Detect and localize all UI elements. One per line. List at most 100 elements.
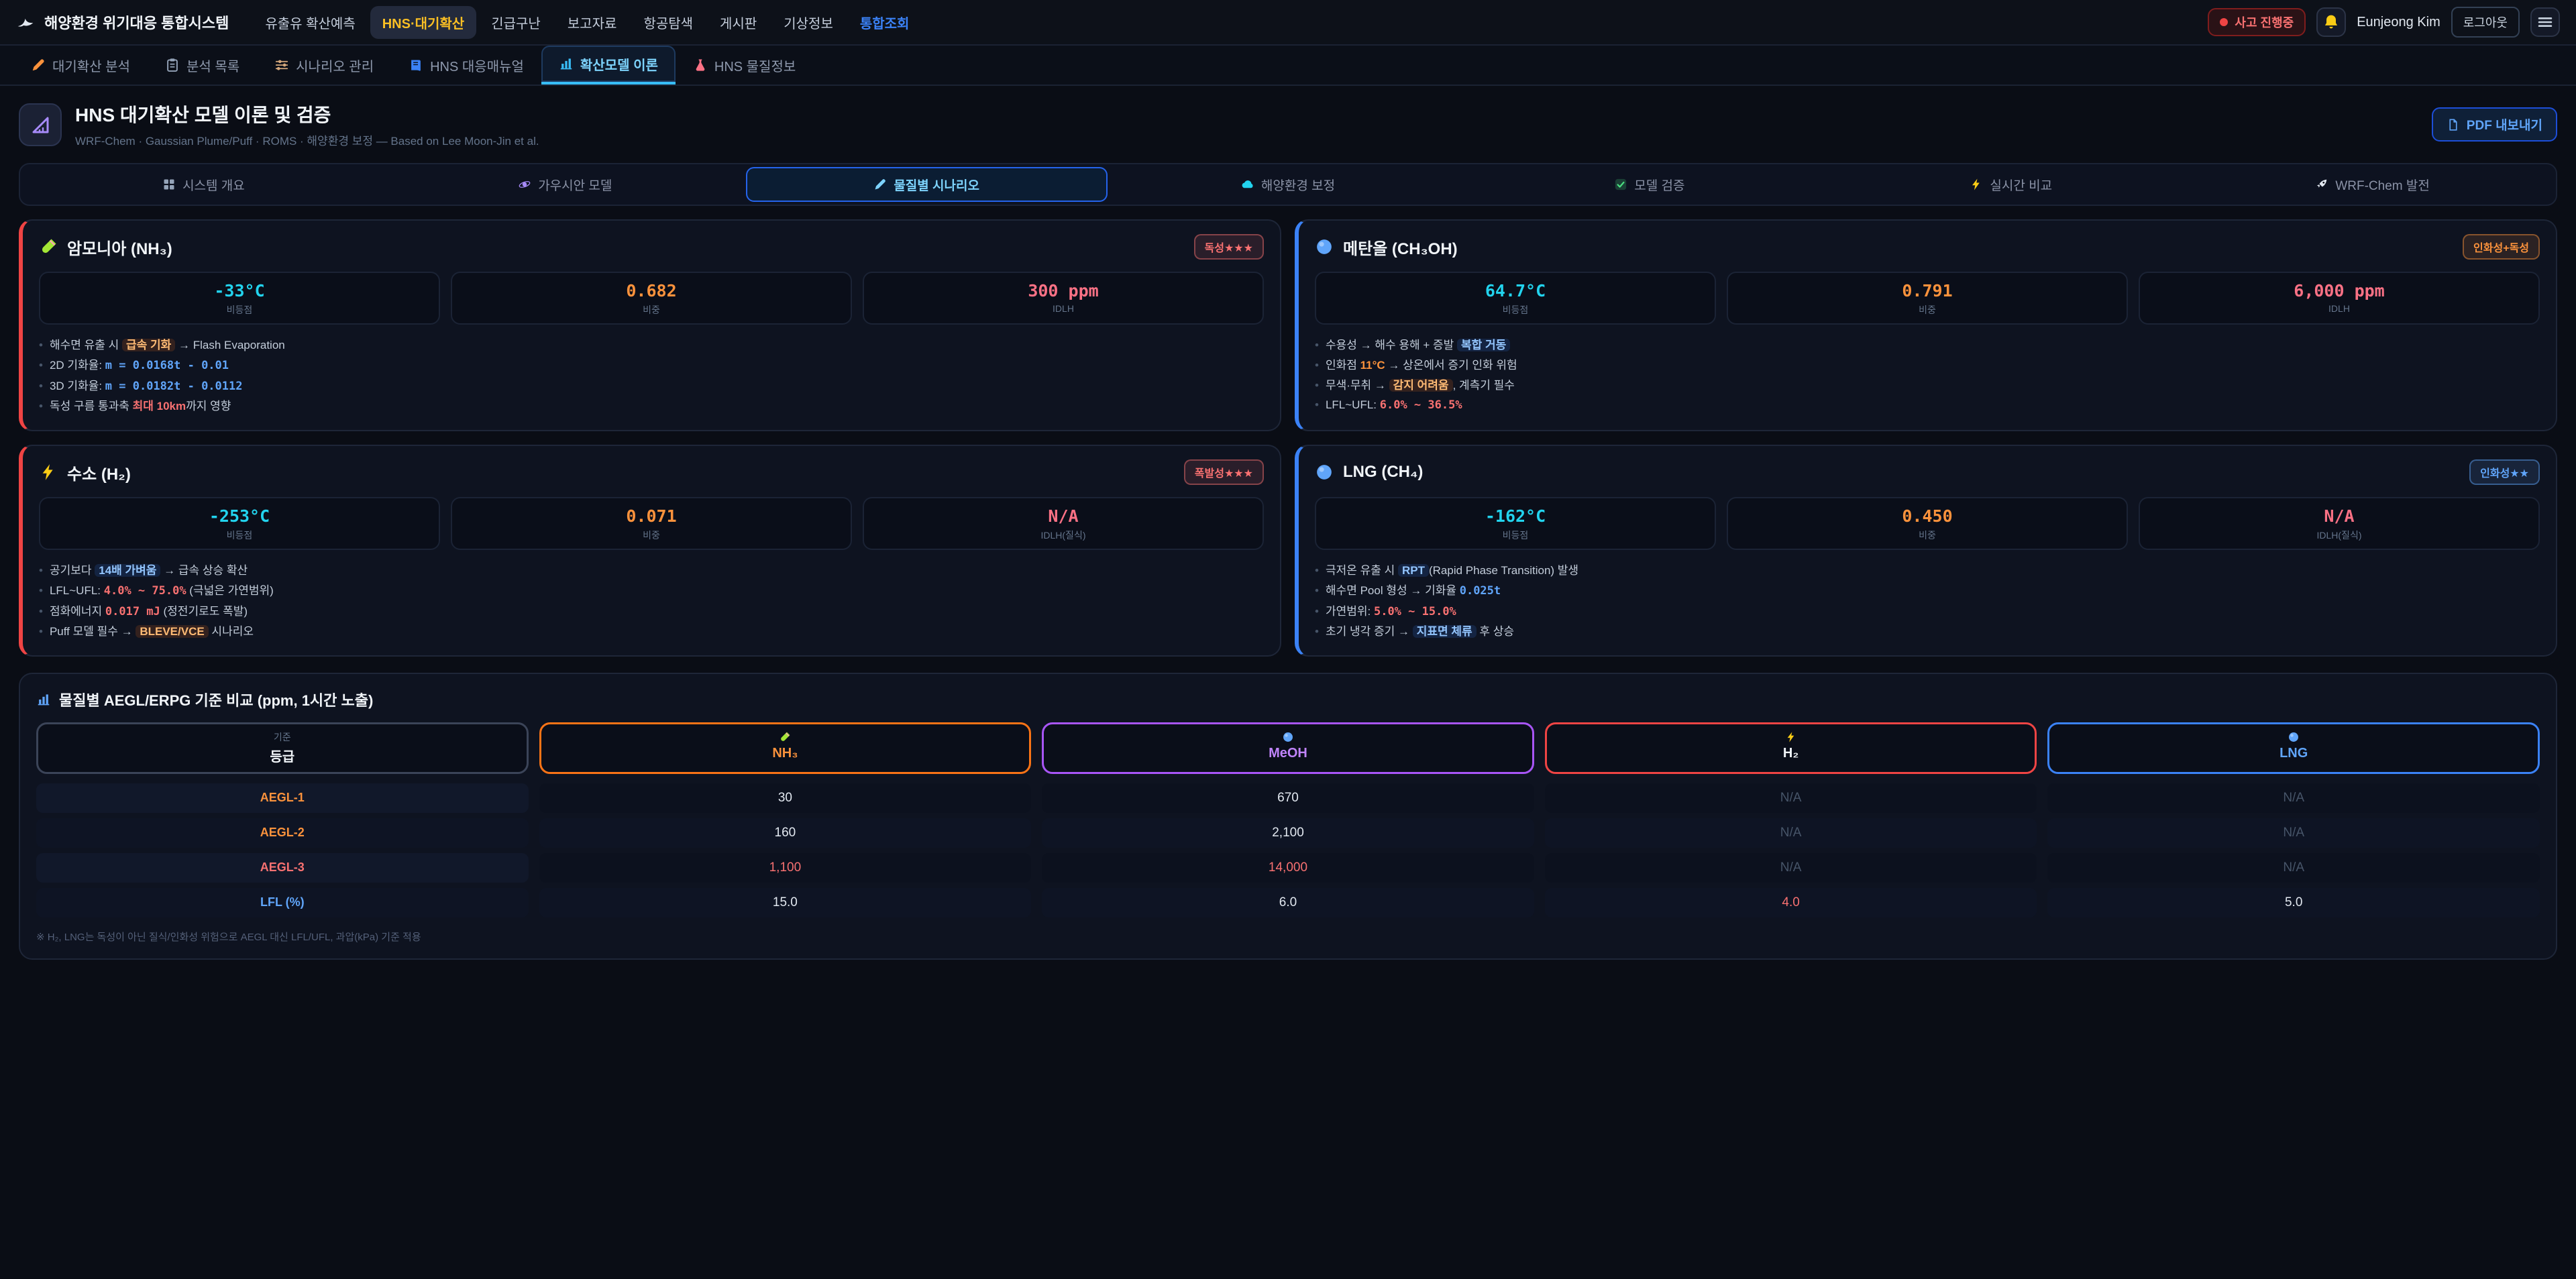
substance-card-nh3: 암모니아 (NH₃)독성★★★-33°C비등점0.682비중300 ppmIDL… (19, 219, 1281, 431)
section-tab-bar: 시스템 개요 가우시안 모델 물질별 시나리오 해양환경 보정 모델 검증 실시간 비교 W… (19, 163, 2557, 206)
flask-icon (693, 58, 708, 72)
card-header: 수소 (H₂)폭발성★★★ (39, 459, 1264, 485)
section-tab-label: 물질별 시나리오 (894, 176, 979, 194)
subtab-model-theory[interactable]: 확산모델 이론 (541, 46, 676, 85)
nav-item-reports[interactable]: 보고자료 (555, 6, 629, 39)
sliders-icon (274, 58, 289, 72)
section-tab-label: 실시간 비교 (1990, 176, 2052, 194)
table-title-row: 물질별 AEGL/ERPG 기준 비교 (ppm, 1시간 노출) (36, 689, 2540, 710)
table-cell: N/A (1545, 818, 2037, 848)
top-navbar: 해양환경 위기대응 통합시스템 유출유 확산예측HNS·대기확산긴급구난보고자료… (0, 0, 2576, 46)
table-row-aegl3: AEGL-31,10014,000N/AN/A (36, 853, 2540, 883)
subtab-response-manual[interactable]: HNS 대응매뉴얼 (391, 46, 541, 85)
stat-box: 6,000 ppmIDLH (2139, 272, 2540, 325)
stat-label: 비등점 (1322, 303, 1709, 317)
subtab-label: 분석 목록 (186, 56, 239, 75)
subtab-label: HNS 물질정보 (714, 56, 796, 75)
stat-box: N/A IDLH(질식) (863, 497, 1264, 550)
stat-value: -162°C (1322, 506, 1709, 526)
stat-box: -33°C비등점 (39, 272, 440, 325)
cloud-icon (1241, 178, 1254, 191)
pdf-export-label: PDF 내보내기 (2467, 115, 2542, 133)
subtab-substance-info[interactable]: HNS 물질정보 (676, 46, 813, 85)
stat-label: IDLH (2145, 303, 2533, 314)
bullet-item: 점화에너지 0.017 mJ (정전기로도 폭발) (39, 602, 1264, 622)
nav-item-weather-info[interactable]: 기상정보 (771, 6, 845, 39)
section-tab-wrf-chem[interactable]: WRF-Chem 발전 (2192, 167, 2553, 202)
bolt-icon (1547, 730, 2035, 744)
bullet-item: Puff 모델 필수 → BLEVE/VCE 시나리오 (39, 622, 1264, 642)
bullet-item: 공기보다 14배 가벼움 → 급속 상승 확산 (39, 561, 1264, 581)
section-tab-substance-scenarios[interactable]: 물질별 시나리오 (746, 167, 1108, 202)
stat-label: IDLH(질식) (869, 529, 1257, 542)
pencil-icon (31, 58, 46, 72)
section-tab-model-validation[interactable]: 모델 검증 (1468, 167, 1830, 202)
stat-box: N/AIDLH(질식) (2139, 497, 2540, 550)
stat-row: -162°C비등점0.450비중N/AIDLH(질식) (1315, 497, 2540, 550)
bolt-icon (1785, 731, 1797, 743)
pdf-export-button[interactable]: PDF 내보내기 (2432, 107, 2557, 142)
sphere-icon (1315, 463, 1334, 482)
bullet-item: 수용성 → 해수 용해 + 증발 복합 거동 (1315, 335, 2540, 355)
stat-label: IDLH(질식) (2145, 529, 2533, 542)
table-cell: 30 (539, 783, 1032, 813)
card-title: 암모니아 (NH₃) (67, 235, 172, 259)
aegl-table-card: 물질별 AEGL/ERPG 기준 비교 (ppm, 1시간 노출) 기준등급NH… (19, 673, 2557, 960)
stat-label: 비중 (458, 303, 845, 317)
subtab-label: HNS 대응매뉴얼 (430, 56, 524, 75)
stat-box: -253°C비등점 (39, 497, 440, 550)
subtab-diffusion-analysis[interactable]: 대기확산 분석 (13, 46, 148, 85)
nav-item-oil-spill-prediction[interactable]: 유출유 확산예측 (253, 6, 367, 39)
bullet-item: 극저온 유출 시 RPT(Rapid Phase Transition) 발생 (1315, 561, 2540, 581)
subtab-analysis-list[interactable]: 분석 목록 (148, 46, 257, 85)
subtab-scenario-management[interactable]: 시나리오 관리 (257, 46, 391, 85)
page-title: HNS 대기확산 모델 이론 및 검증 (75, 101, 539, 127)
section-tab-label: WRF-Chem 발전 (2335, 176, 2430, 194)
nav-item-emergency-rescue[interactable]: 긴급구난 (479, 6, 553, 39)
stat-value: N/A (869, 506, 1257, 526)
card-header: 메탄올 (CH₃OH)인화성+독성 (1315, 234, 2540, 260)
chart-icon (559, 56, 574, 71)
hazard-badge: 독성★★★ (1194, 234, 1264, 260)
table-cell: N/A (2047, 853, 2540, 883)
section-tab-gaussian-model[interactable]: 가우시안 모델 (384, 167, 746, 202)
incident-label: 사고 진행중 (2235, 13, 2294, 31)
incident-dot-icon (2220, 18, 2228, 26)
table-cell: N/A (1545, 853, 2037, 883)
table-cell: 6.0 (1042, 888, 1534, 917)
user-name: Eunjeong Kim (2357, 15, 2440, 30)
col-top-label: 기준 (38, 730, 527, 744)
stat-box: -162°C비등점 (1315, 497, 1716, 550)
pencil-icon (873, 178, 887, 191)
logout-button[interactable]: 로그아웃 (2451, 7, 2520, 38)
stat-label: 비중 (1733, 303, 2121, 317)
stat-label: IDLH (869, 303, 1257, 314)
nav-item-aerial-search[interactable]: 항공탐색 (631, 6, 705, 39)
hazard-badge: 인화성+독성 (2463, 234, 2540, 260)
brand-title: 해양환경 위기대응 통합시스템 (44, 11, 229, 33)
section-tab-label: 해양환경 보정 (1261, 176, 1335, 194)
page-title-block: HNS 대기확산 모델 이론 및 검증 WRF-Chem · Gaussian … (75, 101, 539, 148)
incident-status-badge: 사고 진행중 (2208, 8, 2306, 36)
nav-item-board[interactable]: 게시판 (708, 6, 769, 39)
menu-button[interactable] (2530, 7, 2560, 37)
page-subtitle: WRF-Chem · Gaussian Plume/Puff · ROMS · … (75, 131, 539, 148)
table-cell: N/A (2047, 783, 2540, 813)
nav-item-hns-atmospheric[interactable]: HNS·대기확산 (370, 6, 477, 39)
test-tube-icon (541, 730, 1030, 744)
table-row-aegl2: AEGL-21602,100N/AN/A (36, 818, 2540, 848)
row-label: AEGL-2 (36, 818, 529, 848)
bolt-icon (1970, 178, 1983, 191)
section-tab-system-overview[interactable]: 시스템 개요 (23, 167, 384, 202)
check-icon (1614, 178, 1627, 191)
stat-label: 비등점 (46, 529, 433, 542)
section-tab-label: 시스템 개요 (182, 176, 245, 194)
section-tab-marine-correction[interactable]: 해양환경 보정 (1108, 167, 1469, 202)
notifications-button[interactable] (2316, 7, 2346, 37)
bar-chart-icon (36, 692, 51, 707)
stat-label: 비중 (458, 529, 845, 542)
nav-item-integrated-search[interactable]: 통합조회 (848, 6, 922, 39)
section-tab-realtime-comparison[interactable]: 실시간 비교 (1830, 167, 2192, 202)
wing-logo-icon (16, 13, 35, 32)
card-header: 암모니아 (NH₃) 독성★★★ (39, 234, 1264, 260)
